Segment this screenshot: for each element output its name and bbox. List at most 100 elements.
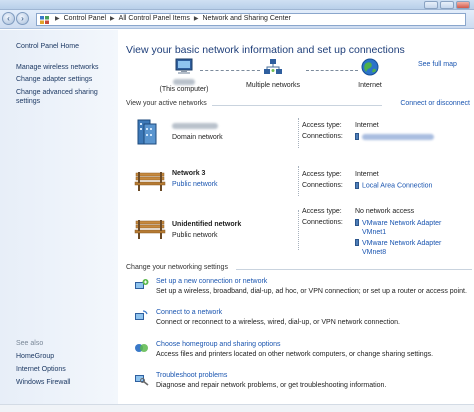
- task-setup-connection: Set up a new connection or network Set u…: [134, 278, 467, 300]
- status-bar: [0, 404, 474, 412]
- connection-link[interactable]: VMware Network Adapter VMnet1: [362, 219, 442, 237]
- troubleshoot-link[interactable]: Troubleshoot problems: [156, 372, 227, 379]
- connections-row: Connections:: [302, 133, 434, 140]
- sidebar-item-adapter-settings[interactable]: Change adapter settings: [16, 75, 92, 84]
- this-computer-label: (This computer): [159, 86, 209, 93]
- multiple-networks-icon: [264, 59, 282, 74]
- connect-network-link[interactable]: Connect to a network: [156, 309, 222, 316]
- map-multiple-networks[interactable]: Multiple networks: [238, 58, 308, 89]
- main-content: View your basic network information and …: [118, 30, 474, 412]
- setup-connection-desc: Set up a wireless, broadband, dial-up, a…: [156, 288, 467, 295]
- network-category: Public network: [172, 232, 218, 239]
- connection-link[interactable]: VMware Network Adapter VMnet8: [362, 239, 442, 257]
- active-networks-header: View your active networks Connect or dis…: [126, 100, 472, 109]
- network-name-redacted: [172, 123, 218, 130]
- connections-row: Connections: VMware Network Adapter VMnet…: [302, 219, 442, 237]
- connection-redacted[interactable]: [362, 133, 434, 140]
- adapter-icon: [355, 219, 359, 226]
- map-this-computer[interactable]: (This computer): [154, 58, 214, 93]
- see-full-map-link[interactable]: See full map: [418, 61, 457, 68]
- troubleshoot-icon: [135, 375, 149, 386]
- access-type-value: Internet: [355, 122, 379, 129]
- access-type-row: Access type: No network access: [302, 208, 414, 215]
- access-type-value: No network access: [355, 208, 415, 215]
- adapter-icon: [355, 239, 359, 246]
- control-panel-icon: [40, 16, 49, 24]
- breadcrumb: ▶ Control Panel ▶ All Control Panel Item…: [53, 15, 293, 22]
- access-type-value: Internet: [355, 171, 379, 178]
- homegroup-link[interactable]: Choose homegroup and sharing options: [156, 341, 281, 348]
- task-troubleshoot: Troubleshoot problems Diagnose and repai…: [134, 372, 464, 394]
- computer-name-redacted: [173, 79, 195, 86]
- active-network-3: Unidentified network Public network Acce…: [126, 208, 472, 260]
- vertical-divider: [298, 118, 299, 148]
- see-also-internet-options[interactable]: Internet Options: [16, 365, 66, 374]
- section-divider: [236, 269, 472, 270]
- domain-network-icon: [137, 119, 157, 145]
- chevron-right-icon[interactable]: ▶: [192, 15, 201, 22]
- network-name: [172, 123, 218, 130]
- active-network-2: Network 3 Public network Access type: Int…: [126, 166, 472, 204]
- connections-label: Connections:: [302, 133, 343, 141]
- network-name: Network 3: [172, 170, 206, 177]
- crumb-control-panel[interactable]: Control Panel: [62, 15, 108, 22]
- access-type-label: Access type:: [302, 122, 342, 129]
- address-box[interactable]: ▶ Control Panel ▶ All Control Panel Item…: [36, 13, 466, 26]
- see-also-windows-firewall[interactable]: Windows Firewall: [16, 378, 70, 387]
- homegroup-desc: Access files and printers located on oth…: [156, 351, 434, 358]
- task-connect-network: Connect to a network Connect or reconnec…: [134, 309, 464, 331]
- vertical-divider: [298, 166, 299, 196]
- homegroup-icon: [135, 344, 148, 352]
- new-connection-icon: [135, 279, 149, 289]
- task-homegroup: Choose homegroup and sharing options Acc…: [134, 341, 464, 363]
- chevron-right-icon[interactable]: ▶: [108, 15, 117, 22]
- access-type-label: Access type:: [302, 171, 342, 178]
- chevron-right-icon[interactable]: ▶: [53, 15, 62, 22]
- computer-icon: [175, 58, 193, 74]
- map-internet[interactable]: Internet: [340, 58, 400, 89]
- connections-label: Connections:: [302, 182, 343, 190]
- connect-network-desc: Connect or reconnect to a wireless, wire…: [156, 319, 400, 326]
- network-category: Domain network: [172, 134, 223, 141]
- page-title: View your basic network information and …: [126, 44, 405, 56]
- vertical-divider: [298, 210, 299, 250]
- sidebar-item-manage-wireless[interactable]: Manage wireless networks: [16, 63, 98, 72]
- section-divider: [212, 105, 382, 106]
- active-networks-title: View your active networks: [126, 100, 207, 107]
- access-type-row: Access type: Internet: [302, 171, 379, 178]
- address-bar: ‹ › ▶ Control Panel ▶ All Control Panel …: [0, 10, 474, 29]
- crumb-network-sharing[interactable]: Network and Sharing Center: [201, 15, 293, 22]
- troubleshoot-desc: Diagnose and repair network problems, or…: [156, 382, 387, 389]
- connection-link[interactable]: Local Area Connection: [362, 182, 432, 189]
- connections-row: Connections: Local Area Connection: [302, 182, 432, 189]
- connections-row-2: VMware Network Adapter VMnet8: [302, 239, 442, 257]
- see-also-homegroup[interactable]: HomeGroup: [16, 352, 54, 361]
- window-titlebar: [0, 0, 474, 10]
- setup-connection-link[interactable]: Set up a new connection or network: [156, 278, 267, 285]
- connect-disconnect-link[interactable]: Connect or disconnect: [400, 100, 470, 107]
- forward-button[interactable]: ›: [16, 12, 29, 25]
- see-also-label: See also: [16, 340, 44, 347]
- nav-buttons: ‹ ›: [2, 12, 30, 26]
- adapter-icon: [355, 133, 359, 140]
- connections-label: Connections:: [302, 219, 343, 227]
- multiple-networks-label: Multiple networks: [245, 82, 301, 89]
- change-settings-title: Change your networking settings: [126, 264, 228, 271]
- bench-icon: [134, 220, 166, 239]
- active-network-1: Domain network Access type: Internet Conn…: [126, 118, 472, 154]
- sidebar-item-advanced-sharing[interactable]: Change advanced sharing settings: [16, 88, 112, 106]
- close-button[interactable]: [456, 1, 470, 9]
- crumb-all-items[interactable]: All Control Panel Items: [117, 15, 192, 22]
- back-button[interactable]: ‹: [2, 12, 15, 25]
- access-type-label: Access type:: [302, 208, 342, 215]
- adapter-icon: [355, 182, 359, 189]
- minimize-button[interactable]: [424, 1, 438, 9]
- bench-icon: [134, 172, 166, 191]
- maximize-button[interactable]: [440, 1, 454, 9]
- control-panel-home-link[interactable]: Control Panel Home: [16, 42, 79, 51]
- network-name: Unidentified network: [172, 221, 242, 228]
- network-category-link[interactable]: Public network: [172, 181, 218, 188]
- change-settings-header: Change your networking settings: [126, 264, 472, 273]
- globe-icon: [361, 58, 379, 76]
- internet-label: Internet: [358, 82, 382, 89]
